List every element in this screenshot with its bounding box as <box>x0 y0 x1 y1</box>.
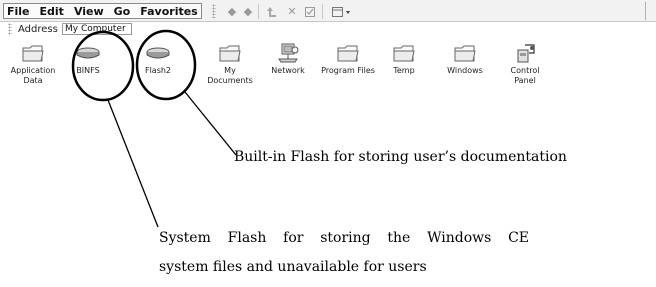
menu-bar: File Edit View Go Favorites <box>3 3 202 19</box>
annotation-word: Flash <box>227 230 267 246</box>
properties-icon[interactable] <box>302 4 318 19</box>
icon-label: Flash2 <box>144 66 172 75</box>
drive-binfs[interactable]: BINFS <box>57 42 119 76</box>
icon-label: Windows <box>447 66 483 75</box>
folder-program-files[interactable]: Program Files <box>317 42 379 76</box>
binfs-annotation-line2: system files and unavailable for users <box>159 259 427 275</box>
folder-icon <box>393 45 415 62</box>
menu-favorites[interactable]: Favorites <box>140 5 197 18</box>
flash2-leader-line <box>184 91 237 156</box>
flash2-annotation: Built-in Flash for storing user’s docume… <box>234 149 567 165</box>
back-icon[interactable]: ◆ <box>224 4 240 19</box>
up-folder-icon[interactable] <box>264 4 280 19</box>
window-edge <box>645 2 646 20</box>
icon-label: Network <box>271 66 305 75</box>
address-field[interactable]: My Computer <box>62 23 132 35</box>
folder-temp[interactable]: Temp <box>373 42 435 76</box>
binfs-annotation-line1: System Flash for storing the Windows CE <box>159 230 529 246</box>
drive-icon <box>76 47 100 59</box>
control-panel-icon <box>517 44 535 63</box>
folder-icon <box>337 45 359 62</box>
drive-flash2[interactable]: Flash2 <box>127 42 189 76</box>
icon-label: Temp <box>393 66 415 75</box>
toolbar-separator <box>322 4 323 19</box>
annotation-word: CE <box>508 230 529 246</box>
annotation-word: storing <box>320 230 371 246</box>
control-panel[interactable]: Control Panel <box>494 42 556 86</box>
folder-my-documents[interactable]: My Documents <box>199 42 261 86</box>
menu-view[interactable]: View <box>74 5 104 18</box>
address-label: Address <box>18 24 58 35</box>
delete-icon[interactable]: ✕ <box>284 4 300 19</box>
folder-icon <box>454 45 476 62</box>
icon-label: BINFS <box>76 66 100 75</box>
binfs-leader-line <box>107 99 159 228</box>
menu-file[interactable]: File <box>7 5 30 18</box>
drive-icon <box>146 47 170 59</box>
folder-icon <box>22 45 44 62</box>
annotation-word: the <box>387 230 411 246</box>
forward-icon[interactable]: ◆ <box>240 4 256 19</box>
icon-label: My Documents <box>207 66 253 85</box>
annotation-word: System <box>159 230 211 246</box>
annotation-word: Windows <box>427 230 492 246</box>
address-bar: Address My Computer <box>0 22 656 36</box>
folder-windows[interactable]: Windows <box>434 42 496 76</box>
icon-label: Control Panel <box>510 66 540 85</box>
windows-ce-explorer-screenshot: File Edit View Go Favorites ◆ ◆ ✕ Addres… <box>0 0 656 287</box>
address-grip[interactable] <box>8 23 12 35</box>
annotation-word: for <box>283 230 304 246</box>
menu-toolbar: File Edit View Go Favorites ◆ ◆ ✕ <box>0 0 656 22</box>
menu-go[interactable]: Go <box>114 5 131 18</box>
toolbar-grip[interactable] <box>212 4 216 18</box>
icon-label: Application Data <box>10 66 56 85</box>
toolbar-separator <box>258 4 259 19</box>
menu-edit[interactable]: Edit <box>40 5 64 18</box>
folder-icon <box>219 45 241 62</box>
network[interactable]: Network <box>257 42 319 76</box>
folder-application-data[interactable]: Application Data <box>2 42 64 86</box>
network-icon <box>278 43 299 63</box>
views-icon[interactable] <box>330 4 354 19</box>
icon-label: Program Files <box>321 66 375 75</box>
